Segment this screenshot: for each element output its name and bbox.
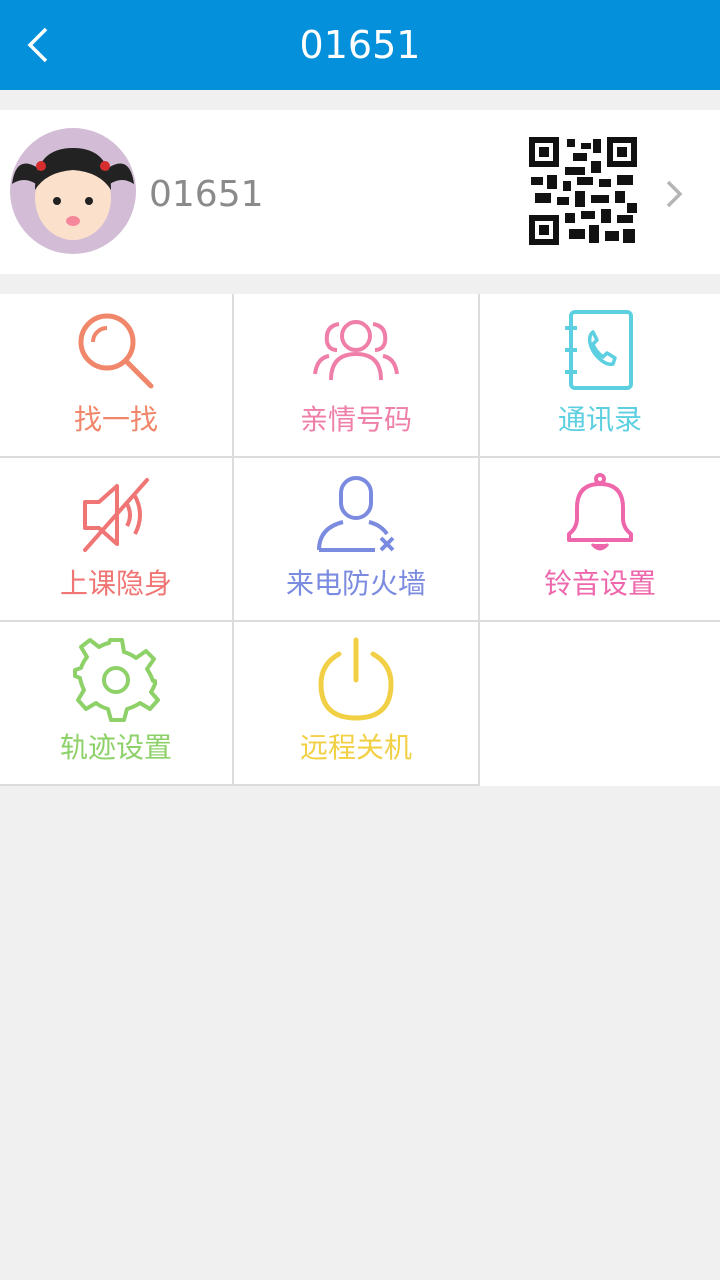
girl-avatar-icon [10, 128, 136, 254]
empty-cell [480, 622, 720, 786]
address-book-icon [565, 310, 633, 390]
menu-label: 找一找 [73, 403, 158, 436]
device-name: 01651 [149, 174, 264, 215]
menu-label: 铃音设置 [543, 567, 656, 600]
menu-label: 亲情号码 [299, 403, 412, 436]
chevron-left-icon [27, 27, 48, 63]
power-icon [318, 637, 394, 721]
chevron-right-icon[interactable] [662, 176, 686, 212]
menu-label: 轨迹设置 [59, 731, 172, 764]
qr-code-icon[interactable] [529, 137, 637, 245]
function-grid: 找一找 亲情号码 通讯录 上课隐身 来电防火墙 铃音设置 轨迹设置 远程关机 [0, 294, 720, 786]
block-caller-icon [317, 476, 395, 552]
menu-item-ringtone[interactable]: 铃音设置 [480, 458, 720, 622]
search-icon [78, 313, 154, 389]
menu-item-track-settings[interactable]: 轨迹设置 [0, 622, 234, 786]
menu-label: 来电防火墙 [285, 567, 426, 600]
back-button[interactable] [8, 15, 68, 75]
menu-item-call-firewall[interactable]: 来电防火墙 [234, 458, 480, 622]
menu-label: 远程关机 [299, 731, 412, 764]
menu-item-contacts[interactable]: 通讯录 [480, 294, 720, 458]
menu-item-remote-shutdown[interactable]: 远程关机 [234, 622, 480, 786]
bell-icon [567, 473, 633, 551]
menu-item-find[interactable]: 找一找 [0, 294, 234, 458]
menu-label: 上课隐身 [59, 567, 172, 600]
family-contacts-icon [313, 320, 399, 381]
menu-item-class-mode[interactable]: 上课隐身 [0, 458, 234, 622]
gear-icon [73, 638, 160, 722]
menu-item-family-numbers[interactable]: 亲情号码 [234, 294, 480, 458]
mute-speaker-icon [83, 478, 149, 552]
menu-label: 通讯录 [557, 403, 642, 436]
page-title: 01651 [299, 23, 421, 67]
top-bar: 01651 [0, 0, 720, 90]
